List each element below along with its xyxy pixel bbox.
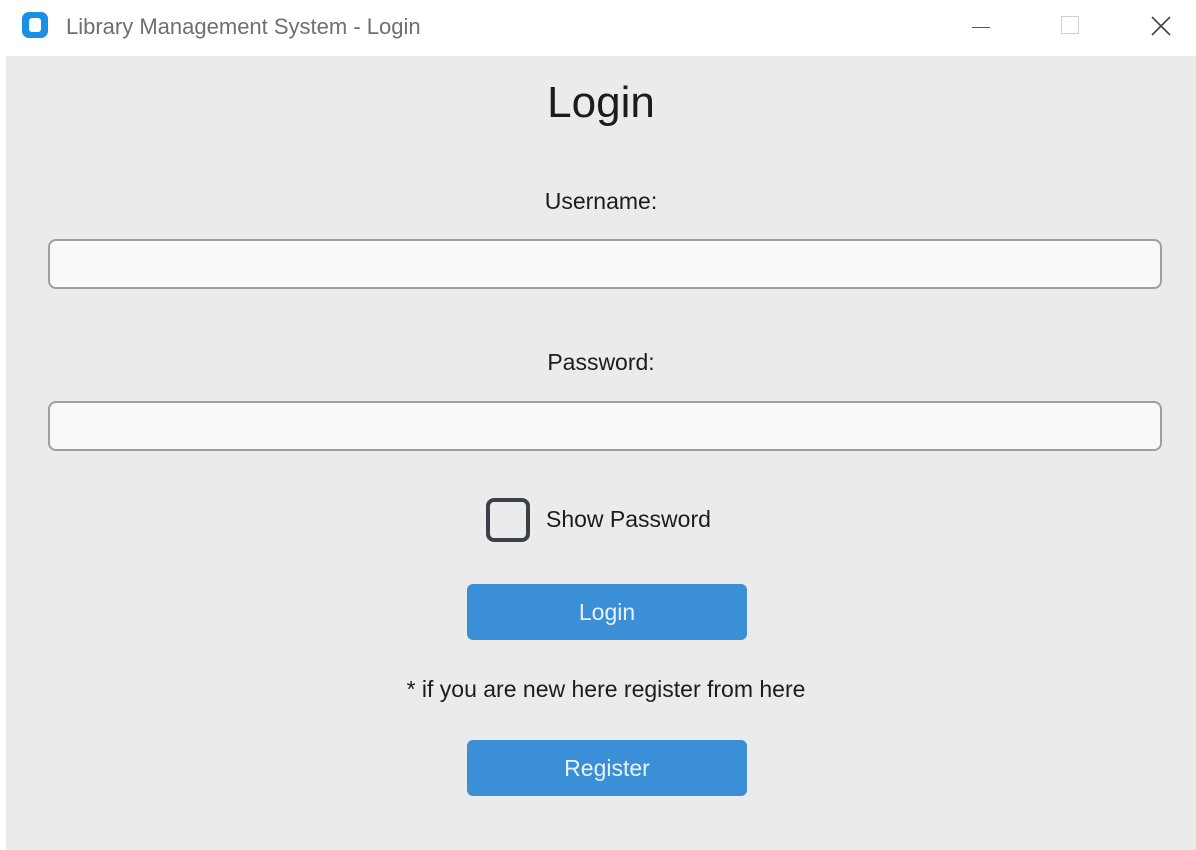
- page-title: Login: [547, 78, 655, 127]
- show-password-checkbox[interactable]: [486, 498, 530, 542]
- window-title: Library Management System - Login: [66, 14, 421, 39]
- close-button[interactable]: [1130, 0, 1190, 52]
- minimize-button[interactable]: [950, 0, 1010, 52]
- show-password-label[interactable]: Show Password: [546, 506, 711, 533]
- username-input[interactable]: [48, 239, 1162, 289]
- close-icon: [1151, 16, 1171, 36]
- app-icon: [22, 12, 48, 38]
- username-label: Username:: [544, 188, 658, 214]
- title-bar: Library Management System - Login: [0, 0, 1196, 56]
- password-input[interactable]: [48, 401, 1162, 451]
- maximize-button[interactable]: [1040, 0, 1100, 52]
- login-window: Library Management System - Login Login …: [0, 0, 1196, 850]
- login-button[interactable]: Login: [467, 584, 747, 640]
- register-note: * if you are new here register from here: [406, 676, 806, 702]
- register-button[interactable]: Register: [467, 740, 747, 796]
- login-form: Login Username: Password: Show Password …: [6, 56, 1196, 850]
- password-label: Password:: [547, 349, 655, 375]
